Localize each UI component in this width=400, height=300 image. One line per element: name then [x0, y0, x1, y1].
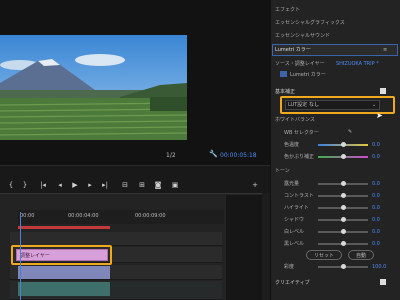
saturation-label: 彩度	[284, 264, 295, 270]
temperature-label: 色温度	[284, 142, 300, 148]
contrast-knob[interactable]	[341, 193, 346, 198]
mark-in-icon[interactable]: {	[6, 181, 16, 189]
add-button-icon[interactable]: +	[250, 181, 260, 189]
blacks-value[interactable]: 0.0	[372, 241, 380, 247]
audio-meter	[226, 195, 262, 300]
white-balance-header[interactable]: ホワイトバランス	[275, 117, 315, 123]
exposure-knob[interactable]	[341, 181, 346, 186]
zoom-level[interactable]: 1/2	[166, 152, 176, 159]
highlights-label: ハイライト	[284, 205, 309, 211]
ruler-start-tc: 00:00	[20, 213, 35, 219]
basic-correction-header[interactable]: 基本補正	[275, 89, 295, 95]
temperature-value[interactable]: 0.0	[372, 142, 380, 148]
whites-knob[interactable]	[341, 229, 346, 234]
mouse-cursor-icon: ➤	[376, 111, 383, 120]
panel-menu-icon[interactable]: ≡	[383, 47, 387, 53]
fx-toggle-icon[interactable]	[280, 71, 287, 77]
whites-label: 白レベル	[284, 229, 305, 235]
auto-button[interactable]: 自動	[348, 250, 374, 260]
mount-fuji-landscape-image	[0, 35, 187, 140]
empty-track	[10, 232, 222, 246]
highlights-knob[interactable]	[341, 205, 346, 210]
sequence-name[interactable]: SHIZUOKA TRIP *	[336, 61, 379, 67]
play-icon[interactable]: ▶	[70, 181, 80, 189]
clip-highlight-box	[11, 245, 112, 265]
reset-button-label: リセット	[313, 253, 334, 259]
whites-value[interactable]: 0.0	[372, 229, 380, 235]
saturation-knob[interactable]	[341, 264, 346, 269]
go-to-in-icon[interactable]: |◂	[38, 181, 48, 189]
tint-label: 色かぶり補正	[284, 154, 315, 160]
ruler-end-tc: 00:00:09:00	[135, 213, 166, 219]
step-forward-icon[interactable]: ▸	[85, 181, 95, 189]
reset-button[interactable]: リセット	[306, 250, 342, 260]
tone-header[interactable]: トーン	[275, 168, 290, 174]
render-bar	[18, 226, 110, 229]
basic-correction-checkbox[interactable]	[380, 88, 386, 94]
ruler-mid-tc: 00:00:04:00	[68, 213, 99, 219]
contrast-value[interactable]: 0.0	[372, 193, 380, 199]
creative-header[interactable]: クリエイティブ	[275, 280, 310, 286]
video-clip[interactable]	[18, 266, 110, 279]
source-label[interactable]: ソース・調整レイヤー	[275, 61, 325, 67]
exposure-value[interactable]: 0.0	[372, 181, 380, 187]
video-frame	[0, 35, 187, 140]
tint-value[interactable]: 0.0	[372, 154, 380, 160]
program-monitor: 1/2 🔧 00:00:05:18	[0, 0, 270, 165]
menu-essential-graphics[interactable]: エッセンシャルグラフィックス	[275, 20, 345, 26]
menu-essential-sound[interactable]: エッセンシャルサウンド	[275, 33, 330, 39]
auto-button-label: 自動	[355, 253, 366, 259]
creative-checkbox[interactable]	[380, 279, 386, 285]
camera-icon[interactable]: ◙	[153, 181, 163, 189]
shadows-knob[interactable]	[341, 217, 346, 222]
compare-icon[interactable]: ▣	[170, 181, 180, 189]
lumetri-title: Lumetri カラー	[275, 47, 311, 53]
lumetri-subtitle: Lumetri カラー	[290, 72, 326, 78]
menu-effects[interactable]: エフェクト	[275, 7, 300, 13]
audio-clip[interactable]	[18, 282, 110, 296]
mark-out-icon[interactable]: }	[20, 181, 30, 189]
blacks-knob[interactable]	[341, 241, 346, 246]
blacks-label: 黒レベル	[284, 241, 305, 247]
extract-icon[interactable]: ⊞	[137, 181, 147, 189]
time-ruler[interactable]	[18, 210, 224, 224]
tint-knob[interactable]	[341, 154, 346, 159]
contrast-label: コントラスト	[284, 193, 314, 199]
temperature-knob[interactable]	[341, 142, 346, 147]
highlights-value[interactable]: 0.0	[372, 205, 380, 211]
playhead-timecode[interactable]: 00:00:05:18	[220, 152, 257, 159]
eyedropper-icon[interactable]: ✎	[348, 129, 352, 135]
shadows-value[interactable]: 0.0	[372, 217, 380, 223]
step-back-icon[interactable]: ◂	[55, 181, 65, 189]
lift-icon[interactable]: ⊟	[120, 181, 130, 189]
go-to-out-icon[interactable]: ▸|	[100, 181, 110, 189]
saturation-value[interactable]: 100.0	[372, 264, 386, 270]
exposure-label: 露光量	[284, 181, 300, 187]
shadows-label: シャドウ	[284, 217, 305, 223]
wb-selector-label: WB セレクター	[284, 130, 319, 136]
playhead[interactable]	[20, 212, 21, 300]
wrench-icon[interactable]: 🔧	[209, 151, 218, 158]
